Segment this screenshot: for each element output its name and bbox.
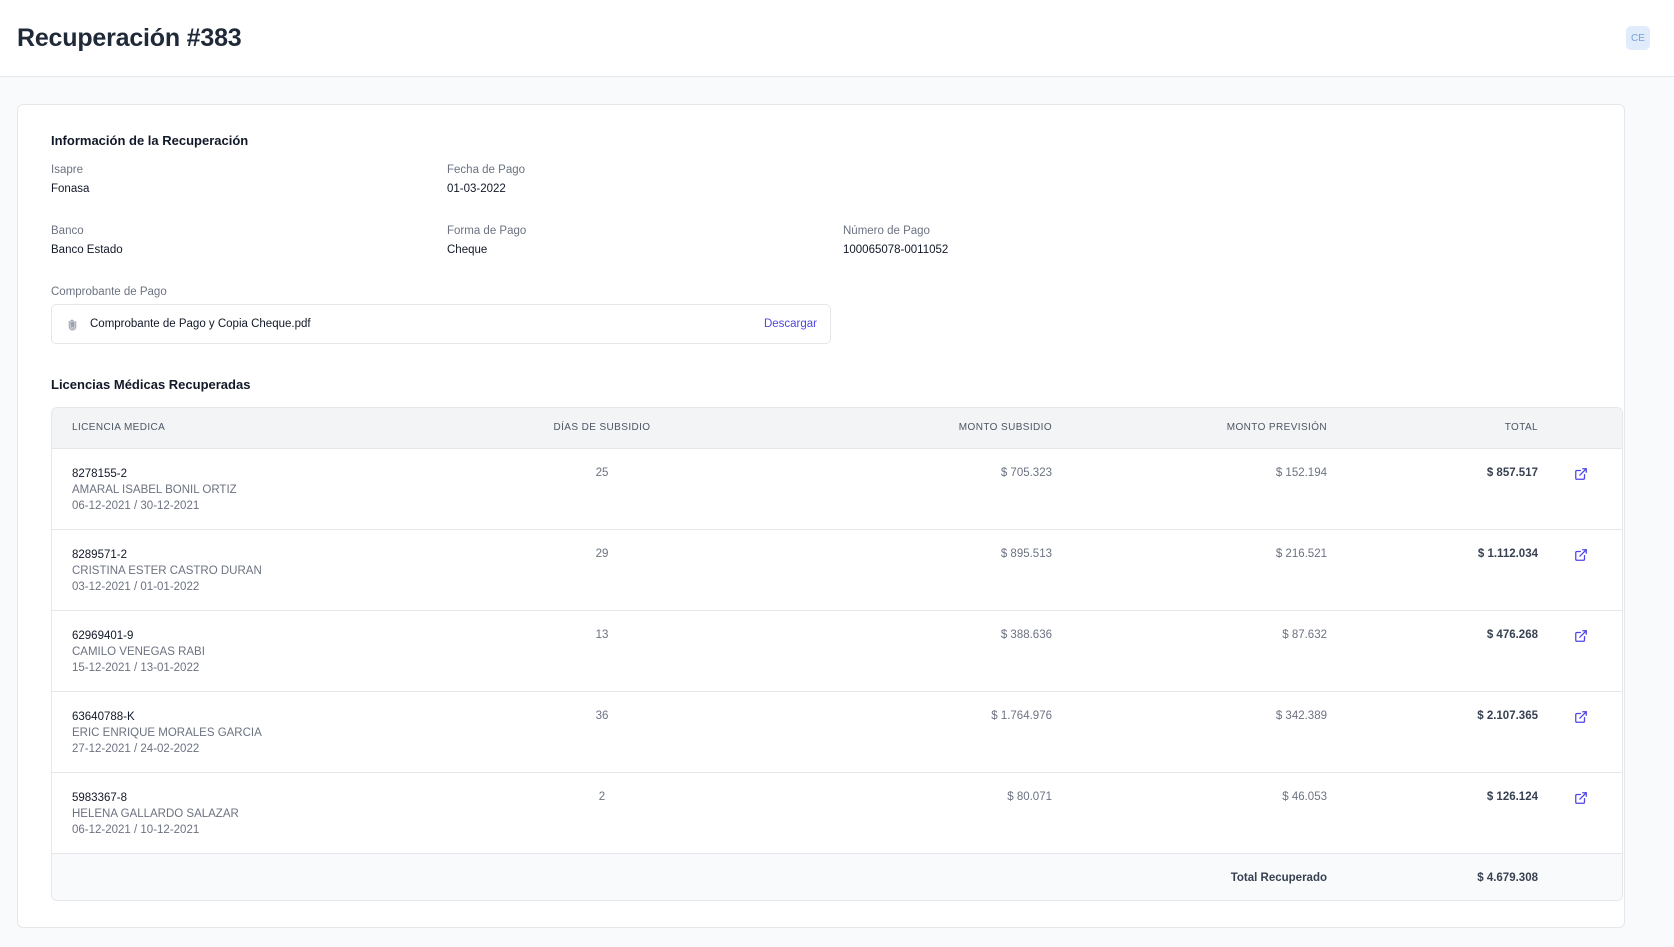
field-fecha-pago-value: 01-03-2022 xyxy=(447,183,506,195)
licencia-number: 8278155-2 xyxy=(72,467,127,480)
top-header: Recuperación #383 CE xyxy=(0,0,1674,77)
cell-monto-prevision: $ 216.521 xyxy=(1052,529,1327,611)
avatar[interactable]: CE xyxy=(1626,26,1650,50)
cell-action xyxy=(1538,448,1622,530)
recovery-card: Información de la Recuperación Isapre Fo… xyxy=(17,104,1625,928)
field-fecha-pago-label: Fecha de Pago xyxy=(447,164,526,176)
field-forma-pago-label: Forma de Pago xyxy=(447,225,527,237)
info-section-title: Información de la Recuperación xyxy=(51,133,249,148)
cell-monto-prevision: $ 152.194 xyxy=(1052,448,1327,530)
patient-name: HELENA GALLARDO SALAZAR xyxy=(72,807,239,820)
licencias-table-container: LICENCIA MEDICA DÍAS DE SUBSIDIO MONTO S… xyxy=(51,407,1623,901)
field-forma-pago-value: Cheque xyxy=(447,244,488,256)
cell-monto-prevision: $ 342.389 xyxy=(1052,691,1327,773)
cell-monto-subsidio: $ 388.636 xyxy=(722,610,1052,692)
total-recuperado-label: Total Recuperado xyxy=(1230,871,1327,884)
licencia-dates: 27-12-2021 / 24-02-2022 xyxy=(72,742,200,755)
page-title: Recuperación #383 xyxy=(17,23,242,52)
external-link-icon[interactable] xyxy=(1574,791,1588,805)
cell-monto-subsidio: $ 80.071 xyxy=(722,772,1052,854)
cell-dias: 25 xyxy=(482,448,722,530)
cell-dias: 36 xyxy=(482,691,722,773)
field-fecha-pago: Fecha de Pago 01-03-2022 xyxy=(447,163,827,197)
column-header-dias: DÍAS DE SUBSIDIO xyxy=(482,408,722,449)
field-numero-pago-value: 100065078-0011052 xyxy=(843,244,949,256)
field-numero-pago-label: Número de Pago xyxy=(843,225,930,237)
table-row: 5983367-8 HELENA GALLARDO SALAZAR 06-12-… xyxy=(52,772,1622,854)
cell-monto-prevision: $ 46.053 xyxy=(1052,772,1327,854)
licencia-number: 5983367-8 xyxy=(72,791,127,804)
field-comprobante: Comprobante de Pago xyxy=(51,285,431,300)
table-row: 63640788-K ERIC ENRIQUE MORALES GARCIA 2… xyxy=(52,691,1622,773)
patient-name: CRISTINA ESTER CASTRO DURAN xyxy=(72,564,262,577)
cell-total: $ 476.268 xyxy=(1327,610,1538,692)
cell-licencia: 62969401-9 CAMILO VENEGAS RABI 15-12-202… xyxy=(52,610,482,692)
external-link-icon[interactable] xyxy=(1574,710,1588,724)
table-row: 8289571-2 CRISTINA ESTER CASTRO DURAN 03… xyxy=(52,529,1622,611)
column-header-licencia: LICENCIA MEDICA xyxy=(52,408,482,449)
patient-name: CAMILO VENEGAS RABI xyxy=(72,645,205,658)
cell-licencia: 5983367-8 HELENA GALLARDO SALAZAR 06-12-… xyxy=(52,772,482,854)
cell-monto-subsidio: $ 1.764.976 xyxy=(722,691,1052,773)
column-header-total: TOTAL xyxy=(1327,408,1538,449)
cell-licencia: 8278155-2 AMARAL ISABEL BONIL ORTIZ 06-1… xyxy=(52,448,482,530)
licencia-number: 63640788-K xyxy=(72,710,135,723)
cell-monto-subsidio: $ 705.323 xyxy=(722,448,1052,530)
column-header-monto-prevision: MONTO PREVISIÓN xyxy=(1052,408,1327,449)
cell-total: $ 857.517 xyxy=(1327,448,1538,530)
licencia-dates: 15-12-2021 / 13-01-2022 xyxy=(72,661,200,674)
licencias-section-title: Licencias Médicas Recuperadas xyxy=(51,377,251,392)
field-isapre: Isapre Fonasa xyxy=(51,163,431,197)
paperclip-icon xyxy=(65,316,79,332)
external-link-icon[interactable] xyxy=(1574,467,1588,481)
attachment-box: Comprobante de Pago y Copia Cheque.pdf D… xyxy=(51,304,831,344)
field-numero-pago: Número de Pago 100065078-0011052 xyxy=(843,224,1223,258)
total-row-spacer xyxy=(722,853,1052,900)
licencia-number: 8289571-2 xyxy=(72,548,127,561)
cell-dias: 13 xyxy=(482,610,722,692)
total-recuperado-value: $ 4.679.308 xyxy=(1477,871,1538,884)
cell-action xyxy=(1538,529,1622,611)
table-row: 62969401-9 CAMILO VENEGAS RABI 15-12-202… xyxy=(52,610,1622,692)
cell-action xyxy=(1538,772,1622,854)
table-row: 8278155-2 AMARAL ISABEL BONIL ORTIZ 06-1… xyxy=(52,448,1622,530)
download-link[interactable]: Descargar xyxy=(764,318,817,330)
patient-name: AMARAL ISABEL BONIL ORTIZ xyxy=(72,483,237,496)
field-forma-pago: Forma de Pago Cheque xyxy=(447,224,827,258)
field-banco-value: Banco Estado xyxy=(51,244,123,256)
licencias-table: LICENCIA MEDICA DÍAS DE SUBSIDIO MONTO S… xyxy=(52,408,1622,900)
attachment-filename: Comprobante de Pago y Copia Cheque.pdf xyxy=(90,318,311,330)
table-header-row: LICENCIA MEDICA DÍAS DE SUBSIDIO MONTO S… xyxy=(52,408,1622,449)
cell-total: $ 126.124 xyxy=(1327,772,1538,854)
external-link-icon[interactable] xyxy=(1574,548,1588,562)
cell-total: $ 1.112.034 xyxy=(1327,529,1538,611)
total-row-spacer xyxy=(482,853,722,900)
licencia-number: 62969401-9 xyxy=(72,629,134,642)
licencia-dates: 06-12-2021 / 10-12-2021 xyxy=(72,823,200,836)
cell-licencia: 8289571-2 CRISTINA ESTER CASTRO DURAN 03… xyxy=(52,529,482,611)
cell-monto-subsidio: $ 895.513 xyxy=(722,529,1052,611)
cell-action xyxy=(1538,691,1622,773)
cell-total: $ 2.107.365 xyxy=(1327,691,1538,773)
column-header-monto-subsidio: MONTO SUBSIDIO xyxy=(722,408,1052,449)
table-total-row: Total Recuperado $ 4.679.308 xyxy=(52,853,1622,900)
field-comprobante-label: Comprobante de Pago xyxy=(51,286,167,298)
column-header-action xyxy=(1538,408,1622,449)
total-row-spacer xyxy=(1538,853,1622,900)
field-banco: Banco Banco Estado xyxy=(51,224,431,258)
field-isapre-value: Fonasa xyxy=(51,183,90,195)
cell-dias: 2 xyxy=(482,772,722,854)
cell-action xyxy=(1538,610,1622,692)
external-link-icon[interactable] xyxy=(1574,629,1588,643)
cell-monto-prevision: $ 87.632 xyxy=(1052,610,1327,692)
total-row-spacer xyxy=(52,853,482,900)
patient-name: ERIC ENRIQUE MORALES GARCIA xyxy=(72,726,262,739)
licencia-dates: 03-12-2021 / 01-01-2022 xyxy=(72,580,200,593)
licencia-dates: 06-12-2021 / 30-12-2021 xyxy=(72,499,200,512)
cell-dias: 29 xyxy=(482,529,722,611)
field-isapre-label: Isapre xyxy=(51,164,83,176)
field-banco-label: Banco xyxy=(51,225,84,237)
cell-licencia: 63640788-K ERIC ENRIQUE MORALES GARCIA 2… xyxy=(52,691,482,773)
